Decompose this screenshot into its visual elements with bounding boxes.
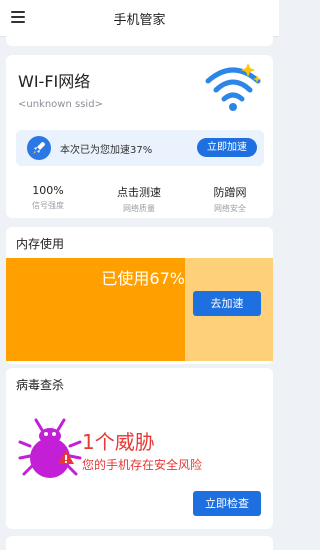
stat-security[interactable]: 防蹭网 网络安全 — [194, 184, 266, 214]
threat-description: 您的手机存在安全风险 — [82, 458, 203, 472]
boost-banner: 本次已为您加速37% 立即加速 — [16, 130, 264, 166]
memory-used-text: 已使用67% — [101, 269, 185, 288]
stat-signal[interactable]: 100% 信号强度 — [12, 184, 84, 211]
boost-status-text: 本次已为您加速37% — [60, 145, 153, 156]
wifi-card: WI-FI网络 <unknown ssid> 本次已为您加速37% 立即加速 1… — [6, 55, 273, 218]
wifi-ssid: <unknown ssid> — [18, 99, 103, 110]
check-now-button[interactable]: 立即检查 — [193, 491, 261, 516]
memory-title: 内存使用 — [16, 237, 65, 251]
boost-now-button[interactable]: 立即加速 — [197, 138, 257, 157]
rocket-icon — [27, 136, 51, 160]
threat-count: 1个威胁 — [82, 430, 155, 454]
page-title: 手机管家 — [113, 13, 166, 28]
stat-speed-test[interactable]: 点击测速 网络质量 — [103, 184, 175, 214]
virus-card: 病毒查杀 1个威胁 您的手机存在安全风险 立即检查 — [6, 368, 273, 529]
stat-speed-test-label: 网络质量 — [123, 204, 155, 213]
virus-title: 病毒查杀 — [16, 378, 65, 392]
stat-security-label: 网络安全 — [214, 204, 246, 213]
stat-speed-test-value: 点击测速 — [117, 186, 161, 199]
stat-security-value: 防蹭网 — [213, 186, 247, 199]
memory-boost-button[interactable]: 去加速 — [193, 291, 261, 316]
stat-signal-label: 信号强度 — [32, 201, 64, 210]
bottom-card-edge — [6, 536, 273, 550]
wifi-title: WI-FI网络 — [18, 72, 91, 91]
stat-signal-value: 100% — [32, 184, 64, 197]
memory-card: 内存使用 已使用67% 去加速 — [6, 227, 273, 364]
bug-icon — [18, 418, 82, 478]
top-card-edge — [6, 36, 273, 46]
wifi-icon — [205, 63, 261, 111]
app-header: 手机管家 — [0, 0, 279, 37]
